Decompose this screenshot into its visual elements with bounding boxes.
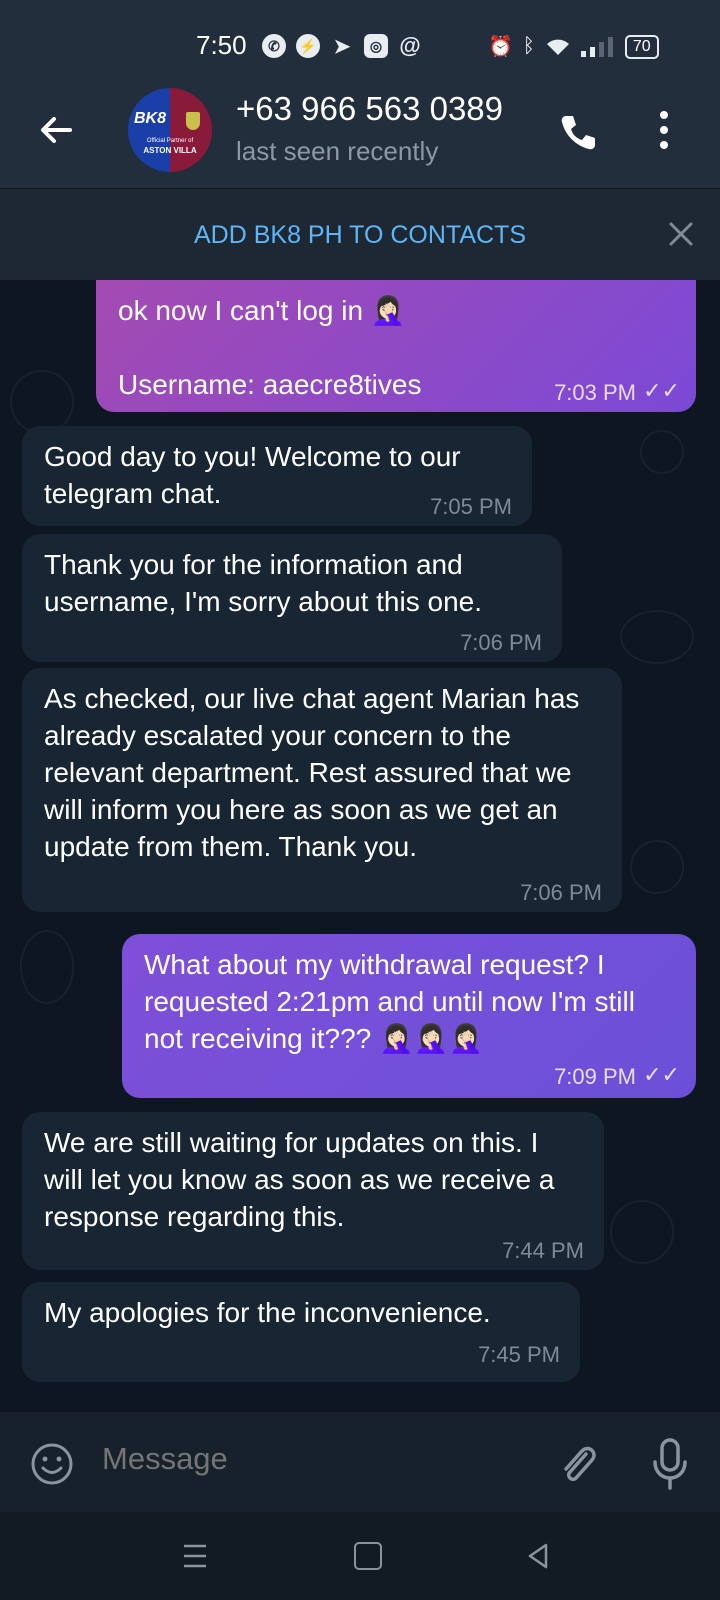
message-input[interactable] — [100, 1440, 524, 1478]
message-time: 7:06 PM — [460, 630, 542, 655]
message-time: 7:06 PM — [520, 880, 602, 905]
last-seen-status: last seen recently — [236, 136, 439, 166]
microphone-icon[interactable] — [652, 1438, 688, 1490]
message-text: Thank you for the information and userna… — [44, 549, 482, 617]
telegram-icon: ➤ — [333, 35, 351, 58]
alarm-icon: ⏰ — [488, 36, 513, 58]
signal-icon — [580, 36, 613, 57]
message-bubble-incoming[interactable]: Thank you for the information and userna… — [22, 534, 562, 662]
message-bubble-outgoing[interactable]: ok now I can't log in 🤦🏻‍♀️ Username: aa… — [96, 280, 696, 412]
status-time: 7:50 — [196, 30, 247, 60]
double-check-icon: ✓✓ — [643, 1062, 680, 1087]
message-time: 7:44 PM — [502, 1238, 584, 1263]
recent-apps-icon[interactable] — [182, 1542, 208, 1570]
chat-header: BK8 Official Partner of ASTON VILLA +63 … — [0, 88, 720, 188]
crest-icon — [186, 112, 200, 130]
status-bar: 7:50 ✆ ⚡ ➤ ◎ @ ⏰ ᛒ 70 — [0, 0, 720, 88]
home-icon[interactable] — [354, 1542, 382, 1570]
message-time: 7:45 PM — [478, 1342, 560, 1367]
message-text: We are still waiting for updates on this… — [44, 1127, 563, 1232]
nav-back-icon[interactable] — [526, 1542, 550, 1570]
message-bubble-incoming[interactable]: As checked, our live chat agent Marian h… — [22, 668, 622, 912]
chat-title[interactable]: +63 966 563 0389 — [236, 90, 526, 128]
notification-icons: ✆ ⚡ ➤ ◎ @ — [262, 33, 422, 58]
add-contact-bar: ADD BK8 PH TO CONTACTS — [0, 188, 720, 281]
double-check-icon: ✓✓ — [643, 378, 680, 403]
system-icons: ⏰ ᛒ 70 — [488, 34, 659, 59]
whatsapp-icon: ✆ — [262, 34, 286, 58]
avatar[interactable]: BK8 Official Partner of ASTON VILLA — [128, 88, 212, 172]
messenger-icon: ⚡ — [296, 34, 320, 58]
bluetooth-icon: ᛒ — [522, 35, 535, 57]
avatar-line1: Official Partner of — [146, 138, 194, 144]
threads-icon: @ — [399, 33, 421, 58]
phone-icon[interactable] — [556, 110, 600, 154]
system-nav-bar — [0, 1512, 720, 1600]
add-to-contacts-button[interactable]: ADD BK8 PH TO CONTACTS — [0, 221, 720, 250]
message-text: As checked, our live chat agent Marian h… — [44, 683, 588, 862]
message-bubble-incoming[interactable]: My apologies for the inconvenience. 7:45… — [22, 1282, 580, 1382]
wifi-icon — [546, 39, 569, 55]
message-bubble-incoming[interactable]: We are still waiting for updates on this… — [22, 1112, 604, 1270]
message-bubble-outgoing[interactable]: What about my withdrawal request? I requ… — [122, 934, 696, 1098]
message-list[interactable]: ok now I can't log in 🤦🏻‍♀️ Username: aa… — [0, 280, 720, 1412]
attach-icon[interactable] — [556, 1440, 600, 1488]
avatar-brand: BK8 — [134, 110, 167, 127]
back-arrow-icon[interactable] — [36, 110, 76, 150]
message-text: What about my withdrawal request? I requ… — [144, 949, 643, 1054]
composer — [0, 1412, 720, 1512]
message-time: 7:03 PM — [554, 380, 636, 405]
message-text: My apologies for the inconvenience. — [44, 1297, 491, 1328]
instagram-icon: ◎ — [364, 34, 388, 58]
message-bubble-incoming[interactable]: Good day to you! Welcome to our telegram… — [22, 426, 532, 526]
close-icon[interactable] — [668, 221, 694, 247]
battery-indicator: 70 — [624, 34, 659, 59]
emoji-icon[interactable] — [30, 1442, 74, 1486]
message-time: 7:09 PM — [554, 1064, 636, 1089]
message-time: 7:05 PM — [430, 494, 512, 519]
avatar-line2: ASTON VILLA — [143, 146, 197, 155]
more-options-icon[interactable] — [656, 110, 672, 150]
